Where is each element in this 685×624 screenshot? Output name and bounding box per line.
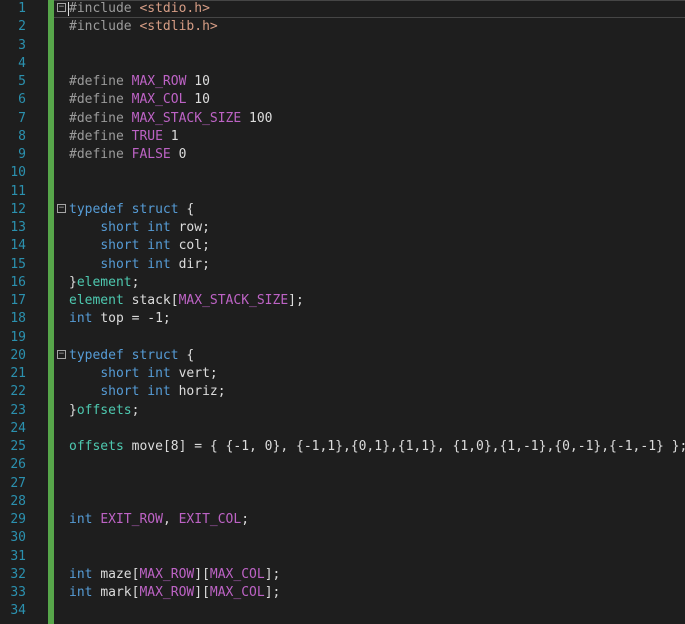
code-line[interactable]: 6 #define MAX_COL 10: [0, 91, 685, 109]
code-text: #include <stdio.h>: [69, 1, 210, 16]
line-number: 34: [10, 603, 26, 619]
code-line[interactable]: 20 − typedef struct {: [0, 347, 685, 365]
code-line[interactable]: 15 short int dir;: [0, 256, 685, 274]
code-line[interactable]: 14 short int col;: [0, 237, 685, 255]
code-line[interactable]: 29 int EXIT_ROW, EXIT_COL;: [0, 511, 685, 529]
line-number: 14: [10, 238, 26, 254]
code-text: typedef struct {: [69, 201, 195, 217]
line-number: 18: [10, 311, 26, 327]
code-text: short int row;: [100, 220, 210, 235]
line-number: 19: [10, 329, 26, 345]
code-text: int maze[MAX_ROW][MAX_COL];: [69, 566, 281, 582]
code-editor[interactable]: 1− #include <stdio.h> 2 #include <stdlib.h>…: [0, 0, 685, 624]
line-number: 12: [10, 201, 26, 217]
line-number: 24: [10, 420, 26, 436]
line-number: 1: [18, 1, 26, 16]
code-text: }offsets;: [69, 402, 140, 418]
text-cursor: [68, 2, 69, 16]
code-line[interactable]: 28: [0, 493, 685, 511]
line-number: 22: [10, 384, 26, 400]
line-number: 29: [10, 512, 26, 527]
code-text: #define MAX_STACK_SIZE 100: [69, 110, 273, 126]
code-text: int top = -1;: [69, 311, 171, 327]
code-text: #define MAX_COL 10: [69, 92, 210, 108]
line-number: 28: [10, 493, 26, 509]
line-number: 23: [10, 402, 26, 418]
code-text: #define MAX_ROW 10: [69, 74, 210, 89]
code-line[interactable]: 3: [0, 37, 685, 55]
line-number: 11: [10, 183, 26, 199]
code-line[interactable]: 21 short int vert;: [0, 365, 685, 383]
line-number: 10: [10, 165, 26, 181]
code-text: int mark[MAX_ROW][MAX_COL];: [69, 585, 281, 600]
code-line[interactable]: 33 int mark[MAX_ROW][MAX_COL];: [0, 584, 685, 602]
code-line[interactable]: 11: [0, 183, 685, 201]
code-line[interactable]: 13 short int row;: [0, 219, 685, 237]
line-number: 21: [10, 366, 26, 381]
line-number: 26: [10, 457, 26, 473]
code-line[interactable]: 9 #define FALSE 0: [0, 146, 685, 164]
line-number: 13: [10, 220, 26, 235]
line-number: 25: [10, 439, 26, 454]
line-number: 8: [18, 128, 26, 144]
code-line[interactable]: 19: [0, 329, 685, 347]
line-number: 5: [18, 74, 26, 89]
line-number: 2: [18, 19, 26, 35]
code-line[interactable]: 1 − #include <stdio.h>: [0, 0, 685, 18]
minus-box-icon[interactable]: −: [57, 3, 66, 12]
line-number: 7: [18, 110, 26, 126]
line-number: 33: [10, 585, 26, 600]
code-line[interactable]: 27: [0, 475, 685, 493]
code-text: offsets move[8] = { {-1, 0}, {-1,1},{0,1…: [69, 439, 685, 454]
code-line[interactable]: 18 int top = -1;: [0, 310, 685, 328]
code-line[interactable]: 2 #include <stdlib.h>: [0, 18, 685, 36]
line-number: 27: [10, 475, 26, 491]
code-text: #define TRUE 1: [69, 128, 179, 144]
code-text: #include <stdlib.h>: [69, 19, 218, 35]
line-number: 31: [10, 548, 26, 564]
code-line[interactable]: 4: [0, 55, 685, 73]
line-number: 32: [10, 566, 26, 582]
code-line[interactable]: 34: [0, 602, 685, 620]
code-line[interactable]: 12 − typedef struct {: [0, 201, 685, 219]
code-line[interactable]: 31: [0, 548, 685, 566]
code-line[interactable]: 8 #define TRUE 1: [0, 128, 685, 146]
code-line[interactable]: 10: [0, 164, 685, 182]
code-line[interactable]: 25 offsets move[8] = { {-1, 0}, {-1,1},{0…: [0, 438, 685, 456]
line-number: 4: [18, 55, 26, 71]
code-line[interactable]: 24: [0, 420, 685, 438]
minus-box-icon[interactable]: −: [57, 203, 66, 213]
line-number: 9: [18, 147, 26, 162]
line-number: 30: [10, 530, 26, 546]
line-number: 6: [18, 92, 26, 108]
minus-box-icon[interactable]: −: [57, 349, 66, 359]
code-line[interactable]: 23 }offsets;: [0, 402, 685, 420]
code-text: short int dir;: [100, 256, 210, 272]
code-text: short int horiz;: [100, 384, 226, 400]
code-text: element stack[MAX_STACK_SIZE];: [69, 293, 304, 308]
code-text: }element;: [69, 274, 140, 290]
code-line[interactable]: 7 #define MAX_STACK_SIZE 100: [0, 110, 685, 128]
code-text: short int col;: [100, 238, 210, 254]
code-text: int EXIT_ROW, EXIT_COL;: [69, 512, 250, 527]
line-number: 3: [18, 37, 26, 53]
line-number: 17: [10, 293, 26, 308]
code-line[interactable]: 16 }element;: [0, 274, 685, 292]
code-line[interactable]: 30: [0, 529, 685, 547]
code-line[interactable]: 32 int maze[MAX_ROW][MAX_COL];: [0, 566, 685, 584]
line-number: 20: [10, 347, 26, 363]
code-line[interactable]: 17 element stack[MAX_STACK_SIZE];: [0, 292, 685, 310]
code-line[interactable]: 5 #define MAX_ROW 10: [0, 73, 685, 91]
code-text: short int vert;: [100, 366, 218, 381]
code-line[interactable]: 22 short int horiz;: [0, 383, 685, 401]
code-line[interactable]: 26: [0, 456, 685, 474]
line-number: 15: [10, 256, 26, 272]
code-text: #define FALSE 0: [69, 147, 187, 162]
code-text: typedef struct {: [69, 347, 195, 363]
code-lines[interactable]: 1− #include <stdio.h> 2 #include <stdlib.h>…: [0, 0, 685, 621]
line-number: 16: [10, 274, 26, 290]
